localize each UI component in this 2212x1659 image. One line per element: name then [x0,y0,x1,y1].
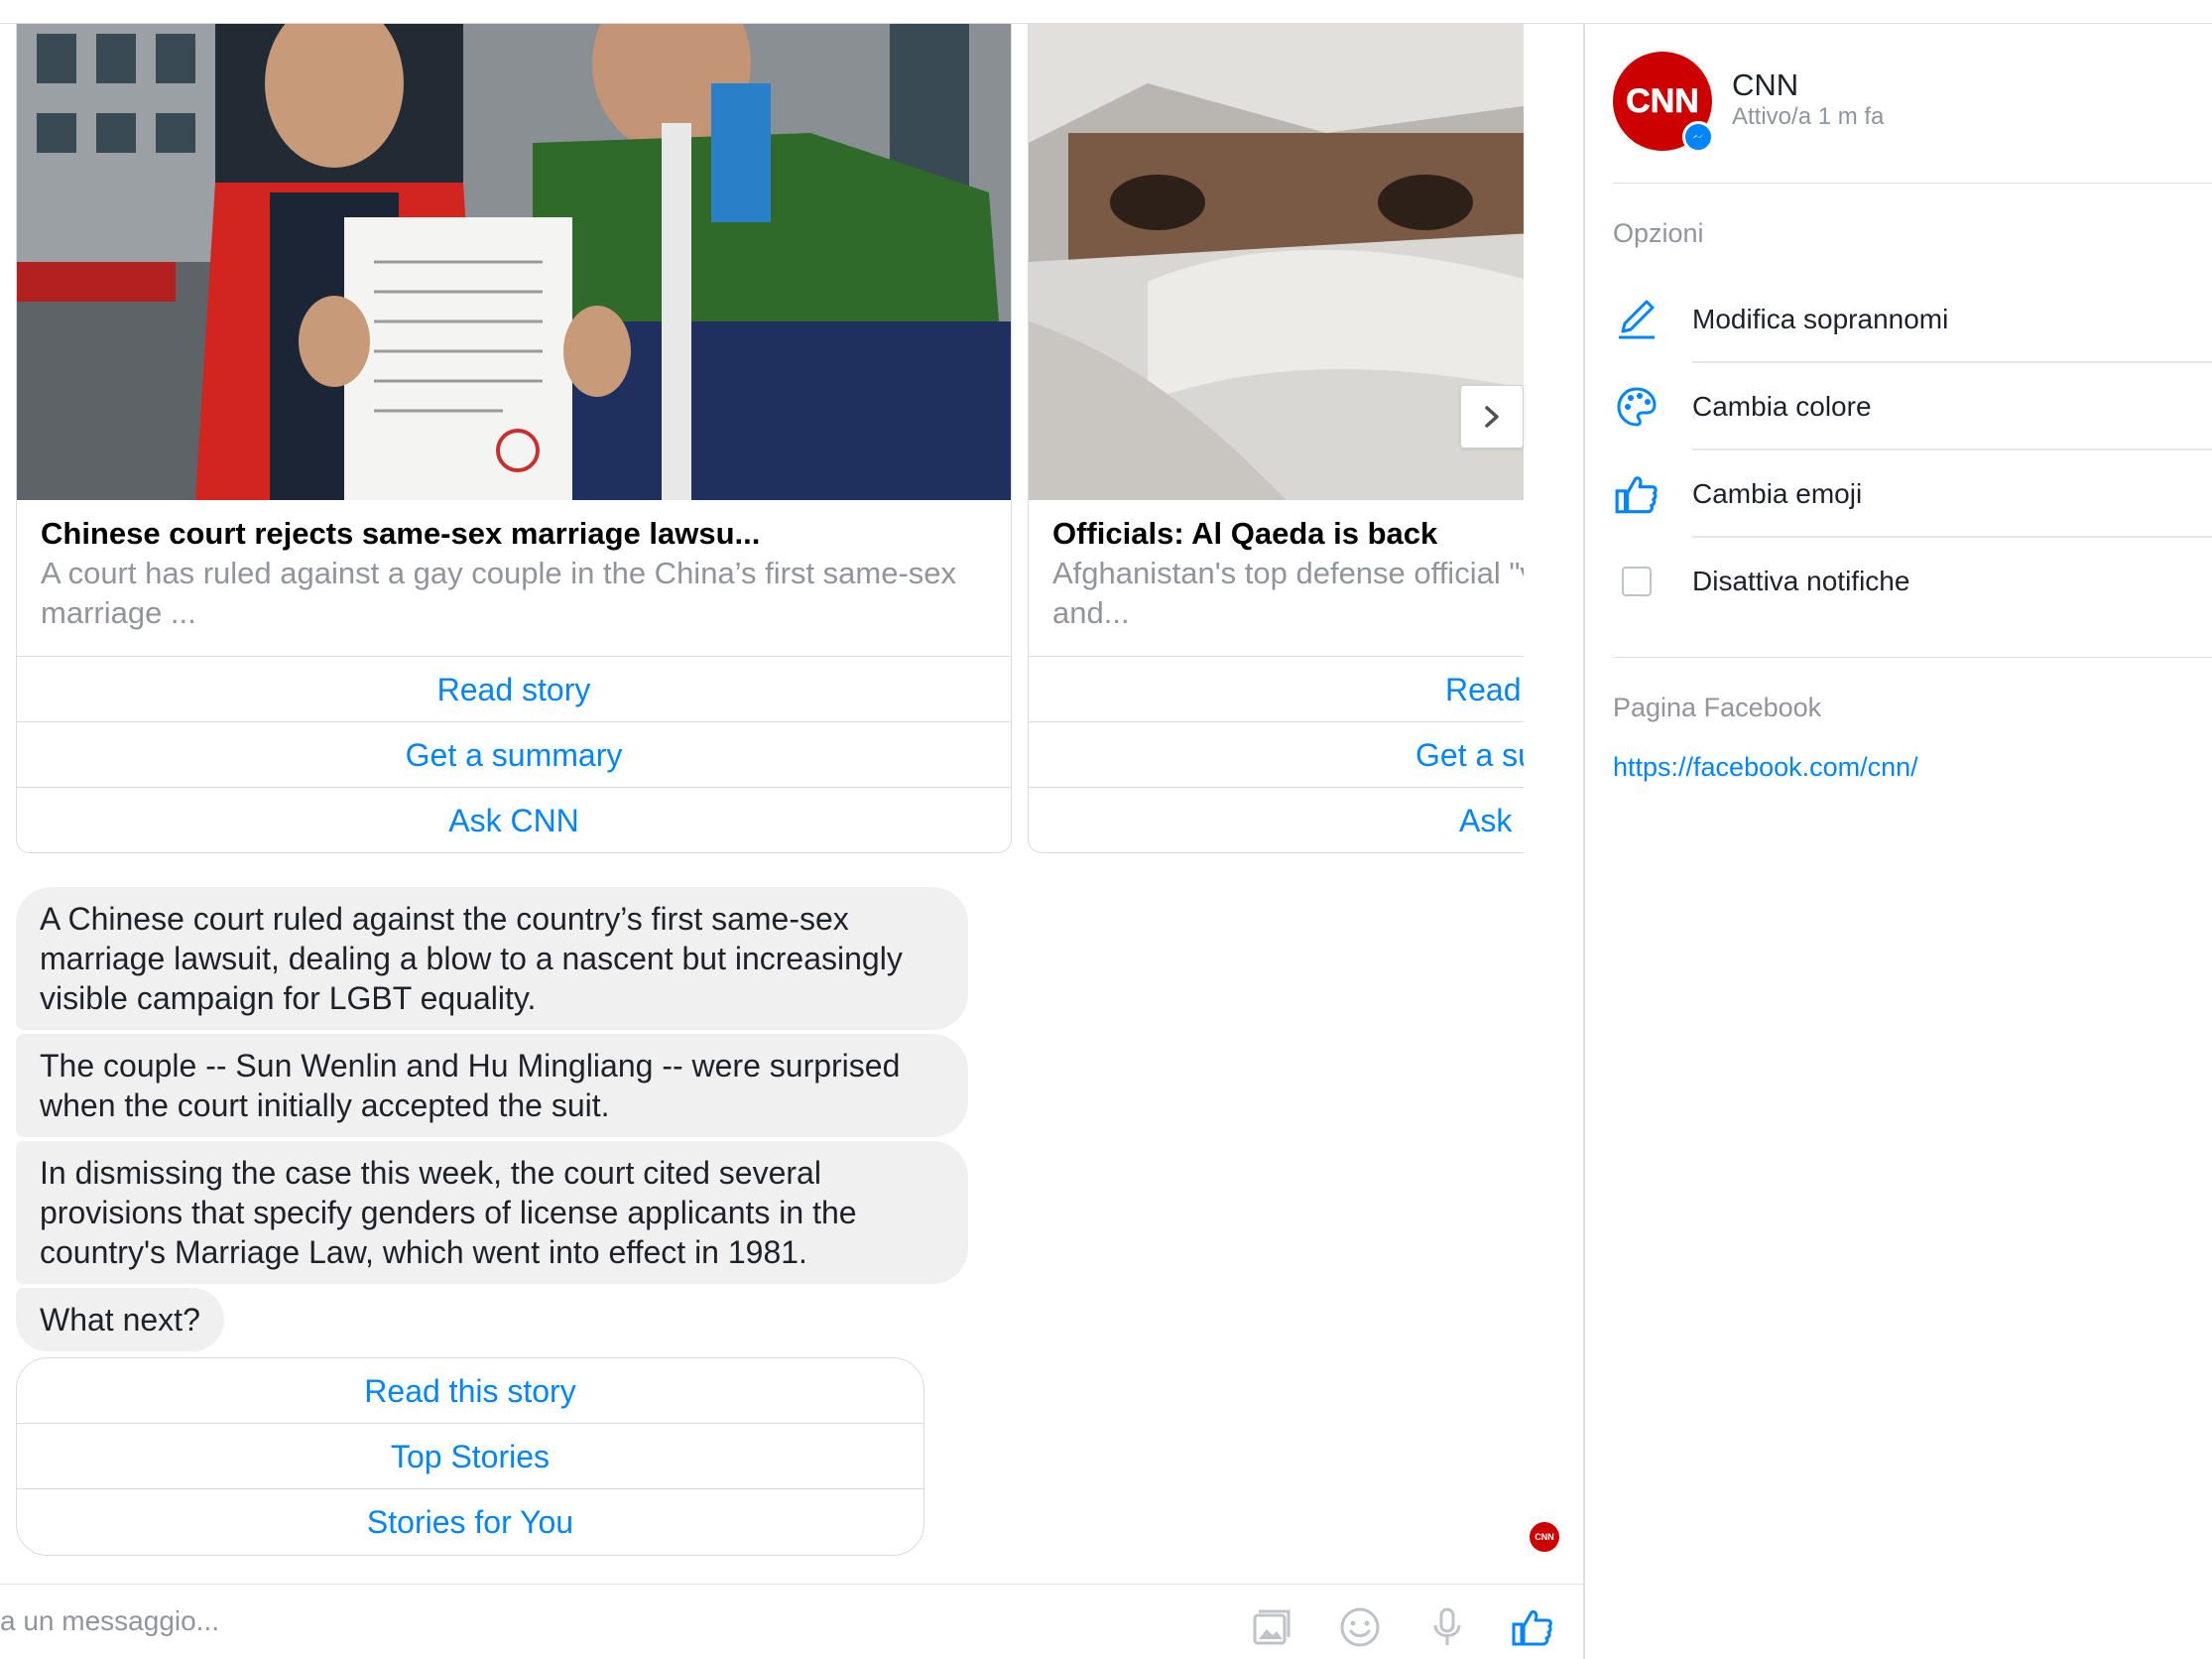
message-composer [0,1584,1583,1659]
window-top-bar [0,0,2212,24]
read-story-button[interactable]: Read [1029,657,1524,722]
story-description: Afghanistan's top defense official "very… [1052,556,1524,630]
edit-nicknames-option[interactable]: Modifica soprannomi [1585,276,2212,363]
thumbs-up-icon[interactable] [1508,1602,1557,1652]
story-text: Chinese court rejects same-sex marriage … [17,500,1011,657]
change-emoji-option[interactable]: Cambia emoji [1585,450,2212,538]
facebook-page-heading: Pagina Facebook [1613,693,1822,722]
seen-indicator-avatar: CNN [1530,1522,1559,1552]
story-image[interactable] [17,24,1011,500]
message-input[interactable] [0,1596,1190,1646]
emoji-icon[interactable] [1335,1602,1385,1652]
story-title: Chinese court rejects same-sex marriage … [41,516,761,551]
options-heading: Opzioni [1613,218,1704,248]
palette-icon [1613,383,1660,431]
section-divider [1613,183,2212,184]
chat-thread[interactable]: Chinese court rejects same-sex marriage … [0,24,1583,1659]
get-summary-button[interactable]: Get a su [1029,722,1524,788]
messenger-badge-icon [1682,121,1714,153]
notifications-checkbox[interactable] [1622,567,1652,596]
cnn-logo: CNN [1626,82,1699,121]
change-color-option[interactable]: Cambia colore [1585,363,2212,450]
mute-notifications-option[interactable]: Disattiva notifiche [1585,538,2212,625]
option-label: Cambia colore [1692,391,1872,422]
message-bubble: In dismissing the case this week, the co… [16,1141,968,1284]
option-label: Cambia emoji [1692,478,1863,509]
thumbs-up-icon [1613,470,1660,518]
ask-cnn-button[interactable]: Ask CNN [17,788,1011,852]
ask-cnn-button[interactable]: Ask [1029,788,1524,852]
message-bubble: The couple -- Sun Wenlin and Hu Minglian… [16,1034,968,1137]
pencil-icon [1613,296,1660,343]
option-label: Disattiva notifiche [1692,566,1910,596]
chevron-right-icon [1485,406,1499,428]
checkbox[interactable] [1613,558,1660,605]
profile-name[interactable]: CNN [1732,67,1798,103]
svg-text:CNN: CNN [1626,82,1699,120]
quick-replies: Read this story Top Stories Stories for … [16,1357,924,1556]
read-story-button[interactable]: Read story [17,657,1011,722]
story-image[interactable] [1029,24,1524,500]
story-description: A court has ruled against a gay couple i… [41,556,957,630]
story-card[interactable]: Chinese court rejects same-sex marriage … [16,24,1012,853]
option-label: Modifica soprannomi [1692,304,1949,334]
carousel-next-button[interactable] [1460,385,1524,448]
message-bubble: What next? [16,1288,224,1351]
story-text: Officials: Al Qaeda is back Afghanistan'… [1029,500,1524,657]
story-carousel[interactable]: Chinese court rejects same-sex marriage … [0,24,1524,855]
active-status: Attivo/a 1 m fa [1732,103,1885,130]
read-this-story-button[interactable]: Read this story [17,1358,923,1424]
story-card[interactable]: Officials: Al Qaeda is back Afghanistan'… [1028,24,1524,853]
facebook-page-link[interactable]: https://facebook.com/cnn/ [1613,752,1918,783]
message-bubble: A Chinese court ruled against the countr… [16,887,968,1030]
stories-for-you-button[interactable]: Stories for You [17,1489,923,1555]
get-summary-button[interactable]: Get a summary [17,722,1011,788]
photo-icon[interactable] [1246,1602,1295,1652]
top-stories-button[interactable]: Top Stories [17,1424,923,1489]
story-title: Officials: Al Qaeda is back [1052,516,1438,551]
section-divider [1613,657,2212,658]
conversation-info-panel: CNN CNN Attivo/a 1 m fa Opzioni Modifica… [1585,24,2212,1659]
microphone-icon[interactable] [1422,1602,1472,1652]
